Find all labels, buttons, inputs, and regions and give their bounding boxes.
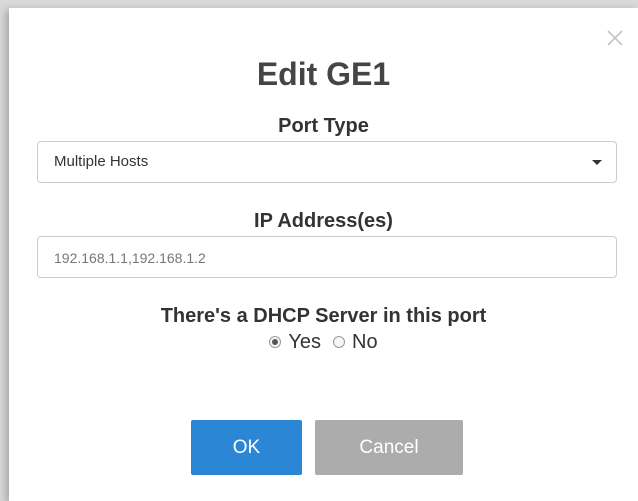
ip-address-label: IP Address(es) bbox=[254, 210, 393, 232]
ip-address-value: 192.168.1.1,192.168.1.2 bbox=[54, 250, 206, 266]
caret-down-icon bbox=[592, 160, 602, 165]
ok-button[interactable]: OK bbox=[191, 420, 302, 475]
dhcp-yes-radio[interactable] bbox=[269, 336, 282, 348]
ip-address-input[interactable]: 192.168.1.1,192.168.1.2 bbox=[37, 236, 617, 278]
dhcp-no-label: No bbox=[352, 331, 378, 353]
port-type-select[interactable]: Multiple Hosts bbox=[37, 141, 617, 183]
dhcp-yes-option[interactable]: Yes bbox=[269, 330, 321, 354]
close-icon bbox=[607, 30, 623, 46]
dhcp-radio-group: Yes No bbox=[269, 330, 378, 354]
cancel-button[interactable]: Cancel bbox=[315, 420, 463, 475]
dhcp-server-label: There's a DHCP Server in this port bbox=[160, 305, 487, 327]
dhcp-yes-label: Yes bbox=[288, 331, 322, 353]
dhcp-radio-row: Yes No bbox=[9, 330, 638, 354]
dialog-title: Edit GE1 bbox=[256, 56, 391, 92]
port-type-selected-value: Multiple Hosts bbox=[54, 153, 149, 170]
port-type-label: Port Type bbox=[278, 115, 369, 137]
dhcp-no-radio[interactable] bbox=[333, 336, 346, 348]
edit-port-dialog: Edit GE1 Port Type Multiple Hosts IP Add… bbox=[9, 8, 638, 501]
dhcp-no-option[interactable]: No bbox=[333, 330, 378, 354]
close-button[interactable] bbox=[605, 28, 625, 48]
